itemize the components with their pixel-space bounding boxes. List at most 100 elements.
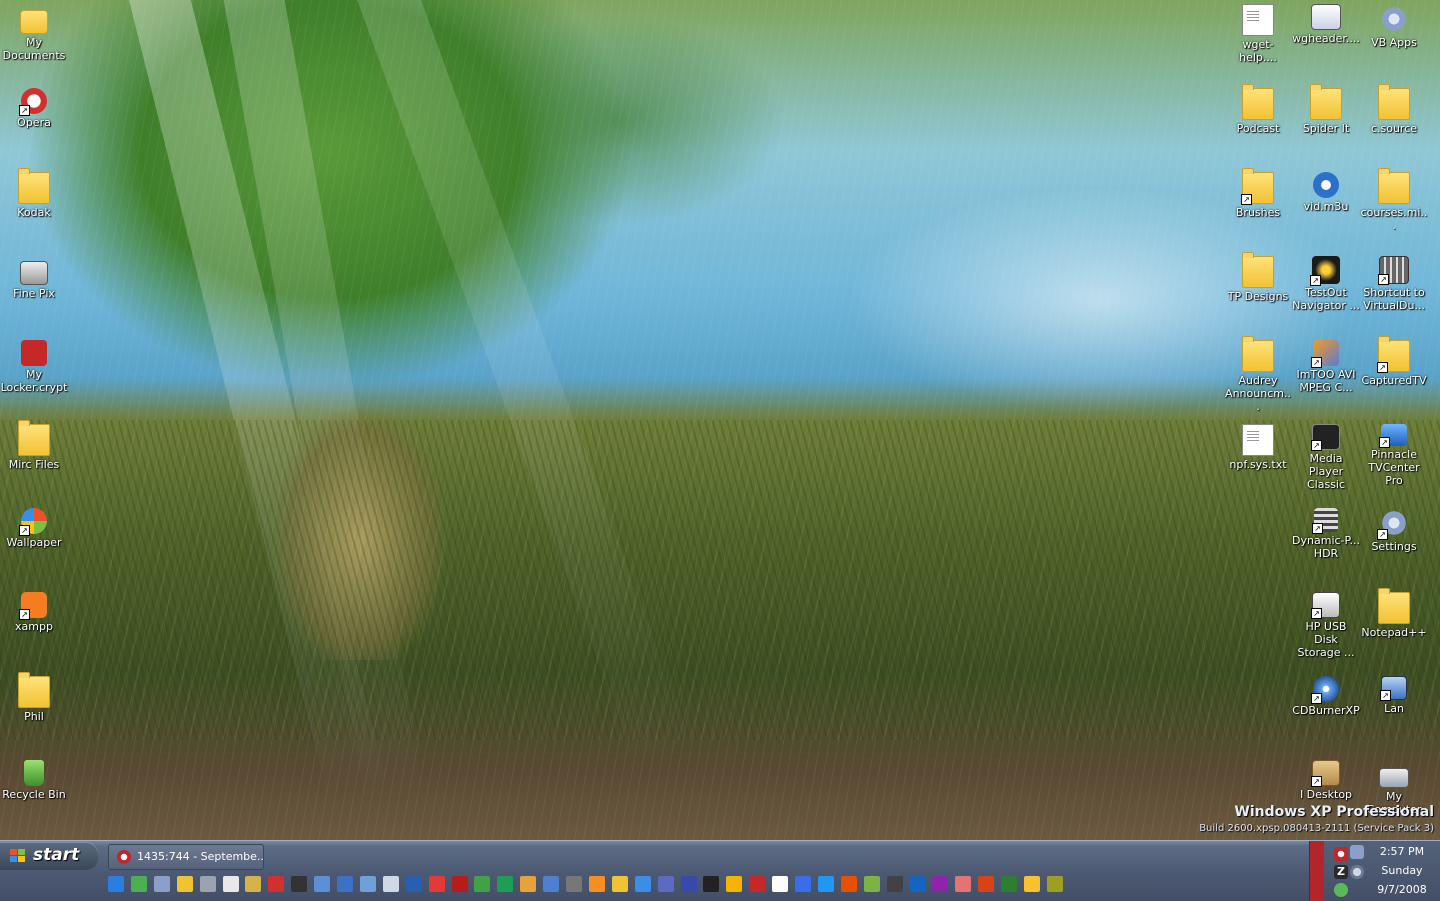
desktop-icon-xampp[interactable]: xampp (0, 592, 68, 633)
quick-launch-vb-icon[interactable] (337, 876, 353, 892)
desktop-icon-podcast[interactable]: Podcast (1224, 84, 1292, 135)
start-button[interactable]: start (0, 842, 98, 870)
desktop-icon-courses-mi[interactable]: courses.mi... (1360, 168, 1428, 232)
quick-launch-folder-icon[interactable] (611, 876, 628, 892)
start-label: start (33, 845, 80, 865)
quick-launch-mailbox-icon[interactable] (886, 876, 903, 892)
quick-launch-zonealarm-icon[interactable] (703, 876, 720, 892)
quick-launch-pen-icon[interactable] (772, 876, 789, 892)
quick-launch-opera-red-icon[interactable] (749, 876, 766, 892)
lan-icon (1380, 676, 1407, 701)
quick-launch-gear-icon[interactable] (199, 876, 216, 892)
desktop-icon-kodak[interactable]: Kodak (0, 168, 68, 219)
quick-launch-frog-icon[interactable] (474, 876, 491, 892)
desktop-icon-settings[interactable]: Settings (1360, 508, 1428, 553)
quick-launch-chart-icon[interactable] (680, 876, 697, 892)
desktop-icon-pinnacle-tvcenter-pro[interactable]: Pinnacle TVCenter Pro (1360, 424, 1428, 487)
desktop-icon-label: wget-help.... (1239, 38, 1277, 64)
quick-launch-opera-icon[interactable] (268, 876, 285, 892)
quick-launch-doc-icon[interactable] (222, 876, 239, 892)
desktop-icon-imtoo-avi-mpeg-c[interactable]: ImTOO AVI MPEG C... (1292, 340, 1360, 394)
quick-launch-ie-icon[interactable] (108, 876, 124, 892)
desktop-icon-wgheader[interactable]: wgheader.... (1292, 4, 1360, 45)
quick-launch-puzzle-icon[interactable] (1024, 876, 1040, 892)
quick-launch-chrome-icon[interactable] (428, 876, 445, 892)
app-icon (1311, 4, 1341, 30)
quick-launch-winamp-icon[interactable] (863, 876, 880, 892)
desktop-icon-phil[interactable]: Phil (0, 672, 68, 723)
quick-launch-notepad-icon[interactable] (382, 876, 399, 892)
desktop-icon-recycle-bin[interactable]: Recycle Bin (0, 760, 68, 801)
desktop-icon-capturedtv[interactable]: CapturedTV (1360, 336, 1428, 387)
quick-launch-bird-icon[interactable] (520, 876, 537, 892)
quick-launch-folder-open-icon[interactable] (176, 876, 193, 892)
desktop-icon-spider-it[interactable]: Spider It (1292, 84, 1360, 135)
desktop-icon-vb-apps[interactable]: VB Apps (1360, 4, 1428, 49)
quick-launch-record-icon[interactable] (451, 876, 468, 892)
quick-launch-play-icon[interactable] (634, 876, 651, 892)
folder-icon (1242, 252, 1274, 288)
quick-launch-firefox-icon[interactable] (840, 876, 857, 892)
desktop-icon-notepad[interactable]: Notepad++ (1360, 588, 1428, 639)
desktop-icon-opera[interactable]: Opera (0, 88, 68, 129)
quick-launch-search-icon[interactable] (817, 876, 834, 892)
quick-launch-doc-blue-icon[interactable] (543, 876, 560, 892)
desktop-icon-media-player-classic[interactable]: Media Player Classic (1292, 424, 1360, 491)
desktop-icon-cdburnerxp[interactable]: CDBurnerXP (1292, 676, 1360, 717)
desktop-icon-my-documents[interactable]: My Documents (0, 4, 68, 62)
desktop-icon-fine-pix[interactable]: Fine Pix (0, 256, 68, 300)
desktop-icon-label: Pinnacle TVCenter Pro (1368, 448, 1420, 487)
quick-launch-firefox-brand-icon[interactable] (588, 876, 605, 892)
desktop-icon-brushes[interactable]: Brushes (1224, 168, 1292, 219)
desktop-icon-audrey-announcm[interactable]: Audrey Announcm... (1224, 336, 1292, 413)
quick-launch-imgview-icon[interactable] (314, 876, 331, 892)
zonealarm-tray-icon[interactable]: Z (1334, 865, 1348, 879)
quick-launch-green-dot-icon[interactable] (497, 876, 514, 892)
desktop-icon-shortcut-to-virtualdu[interactable]: Shortcut to VirtualDu... (1360, 256, 1428, 312)
quick-launch-gear-blue-icon[interactable] (795, 876, 811, 892)
quick-launch-bars-icon[interactable] (657, 876, 674, 892)
quick-launch-mask-icon[interactable] (245, 876, 262, 892)
desktop-icon-testout-navigator[interactable]: TestOut Navigator ... (1292, 256, 1360, 312)
quick-launch-green-man-icon[interactable] (130, 876, 147, 892)
quick-launch-grid-icon[interactable] (566, 876, 582, 892)
desktop-icon-npf-sys-txt[interactable]: npf.sys.txt (1224, 424, 1292, 471)
desktop-icon-i-desktop[interactable]: I Desktop (1292, 760, 1360, 801)
quick-launch-globe-icon[interactable] (909, 876, 926, 892)
testout-icon (1310, 256, 1340, 286)
desktop-icon-label: Audrey Announcm... (1225, 374, 1291, 413)
quick-launch-flower-icon[interactable] (955, 876, 972, 892)
desktop-icon-my-locker-crypt[interactable]: My Locker.crypt (0, 340, 68, 394)
desktop-icon-hp-usb-disk-storage[interactable]: HP USB Disk Storage ... (1292, 592, 1360, 659)
shield-tray-icon[interactable] (1334, 883, 1348, 897)
desktop-icon-mirc-files[interactable]: Mirc Files (0, 420, 68, 471)
quick-launch-cmd-icon[interactable] (291, 876, 308, 892)
desktop-icon-label: Settings (1371, 540, 1417, 553)
mydocs-icon (20, 10, 48, 34)
clock-time[interactable]: 2:57 PM (1372, 845, 1432, 858)
desktop-icon-label: Podcast (1236, 122, 1280, 135)
quick-launch-network-icon[interactable] (359, 876, 376, 892)
opera-tray-icon[interactable] (1334, 847, 1348, 861)
quick-launch-window-icon[interactable] (1046, 876, 1063, 892)
desktop-icon-tp-designs[interactable]: TP Designs (1224, 252, 1292, 303)
desktop-icon-wallpaper[interactable]: Wallpaper (0, 508, 68, 549)
quick-launch-bird-blue-icon[interactable] (932, 876, 949, 892)
taskbar-window-button[interactable]: 1435:744 - Septembe... (108, 844, 264, 870)
quick-launch-send-icon[interactable] (153, 876, 170, 892)
quick-launch-flame-icon[interactable] (726, 876, 743, 892)
desktop-icon-lan[interactable]: Lan (1360, 676, 1428, 715)
folder-icon (18, 672, 50, 708)
desktop-icon-vid-m3u[interactable]: vid.m3u (1292, 172, 1360, 213)
quick-launch-excel-icon[interactable] (1001, 876, 1018, 892)
network-tray-icon[interactable] (1350, 845, 1364, 859)
desktop-icon-label: CapturedTV (1361, 374, 1427, 387)
speaker-tray-icon[interactable] (1350, 865, 1364, 879)
quick-launch-filezilla-icon[interactable] (978, 876, 995, 892)
windows-flag-icon (10, 849, 26, 863)
desktop-icon-dynamic-p-hdr[interactable]: Dynamic-P... HDR (1292, 508, 1360, 560)
desktop-icon-c-source[interactable]: c.source (1360, 84, 1428, 135)
desktop-wallpaper: My Documents Opera Kodak Fine Pix My Locker.… (0, 0, 1440, 840)
desktop-icon-wget-help[interactable]: wget-help.... (1224, 4, 1292, 64)
quick-launch-monitor-icon[interactable] (405, 876, 422, 892)
